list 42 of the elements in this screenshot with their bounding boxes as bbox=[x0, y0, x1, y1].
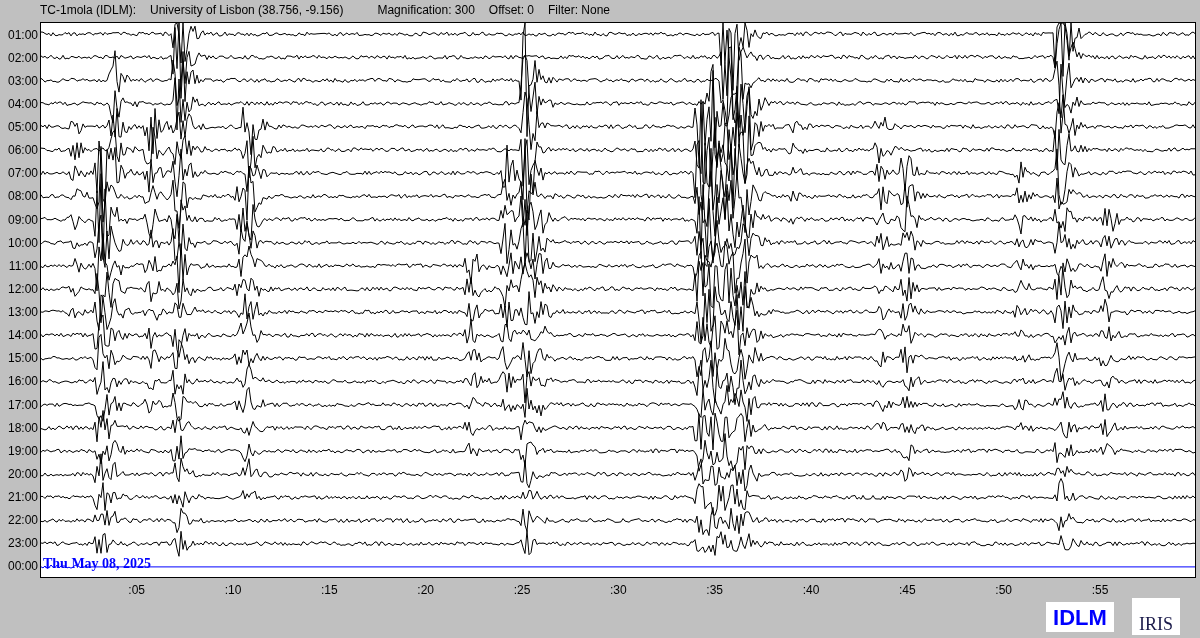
minute-label: :30 bbox=[610, 582, 627, 599]
minute-label: :20 bbox=[417, 582, 434, 599]
minute-label: :40 bbox=[802, 582, 820, 599]
minute-label: :10 bbox=[224, 582, 242, 599]
hour-label: 08:00 bbox=[7, 190, 38, 203]
hour-label: 17:00 bbox=[7, 398, 38, 411]
hour-label: 03:00 bbox=[7, 74, 38, 87]
minute-label: :05 bbox=[128, 582, 145, 599]
magnification-label: Magnification: 300 bbox=[377, 2, 475, 19]
hour-label: 19:00 bbox=[7, 444, 38, 457]
hour-label: 13:00 bbox=[7, 306, 38, 319]
hour-label: 16:00 bbox=[7, 375, 38, 388]
hour-label: 06:00 bbox=[7, 144, 38, 157]
minute-label: :15 bbox=[321, 582, 338, 599]
hour-label: 02:00 bbox=[7, 51, 38, 64]
hour-label: 10:00 bbox=[7, 236, 38, 249]
station-logo: IDLM bbox=[1046, 602, 1114, 632]
minute-label: :50 bbox=[995, 582, 1012, 599]
hour-label: 14:00 bbox=[7, 329, 38, 342]
hour-label: 22:00 bbox=[7, 514, 38, 527]
network-logo: IRIS bbox=[1132, 598, 1180, 635]
hour-label: 20:00 bbox=[7, 467, 38, 480]
hour-label: 15:00 bbox=[7, 352, 38, 365]
offset-label: Offset: 0 bbox=[488, 2, 534, 19]
hour-label: 05:00 bbox=[7, 121, 38, 134]
hour-label: 04:00 bbox=[7, 97, 38, 110]
hour-label: 01:00 bbox=[7, 28, 38, 41]
hour-label: 18:00 bbox=[7, 421, 38, 434]
hour-label: 21:00 bbox=[7, 491, 38, 504]
hour-label: 12:00 bbox=[7, 282, 38, 295]
hour-label: 11:00 bbox=[8, 259, 38, 272]
minute-label: :55 bbox=[1091, 582, 1109, 599]
hour-label: 23:00 bbox=[7, 537, 38, 550]
minute-label: :25 bbox=[513, 582, 531, 599]
hour-label: 07:00 bbox=[7, 167, 38, 180]
hour-label: 00:00 bbox=[7, 560, 38, 573]
station-location: University of Lisbon (38.756, -9.156) bbox=[150, 2, 344, 19]
minute-label: :35 bbox=[706, 582, 723, 599]
filter-label: Filter: None bbox=[548, 2, 611, 19]
minute-label: :45 bbox=[899, 582, 916, 599]
station-name: TC-1mola (IDLM): bbox=[40, 2, 136, 19]
hour-label: 09:00 bbox=[7, 213, 38, 226]
